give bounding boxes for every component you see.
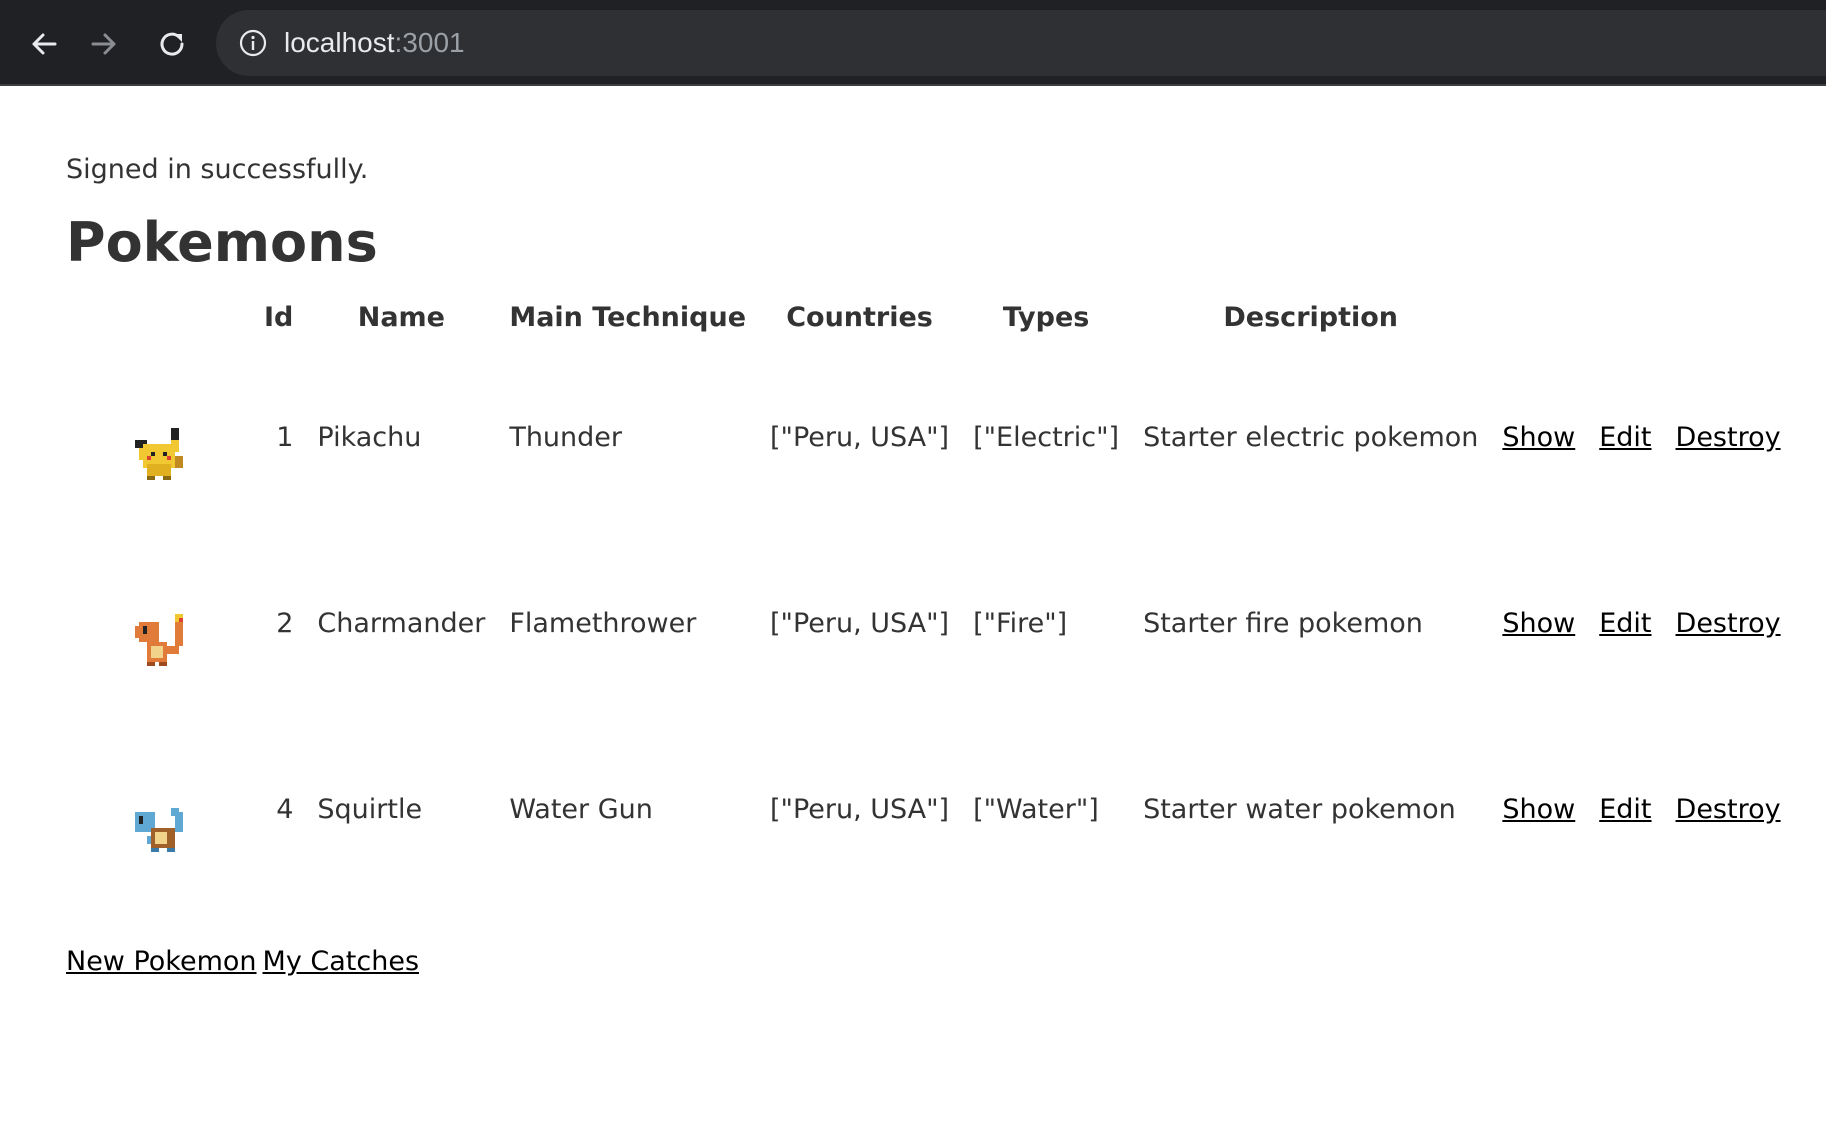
edit-link[interactable]: Edit	[1599, 608, 1651, 639]
destroy-cell: Destroy	[1664, 716, 1793, 902]
edit-link[interactable]: Edit	[1599, 422, 1651, 453]
arrow-left-icon	[32, 33, 57, 55]
arrow-right-icon	[91, 33, 116, 55]
show-cell: Show	[1490, 530, 1587, 716]
pokemon-countries: ["Peru, USA"]	[770, 793, 950, 825]
header-countries: Countries	[786, 301, 933, 333]
pokemon-description: Starter water pokemon	[1143, 793, 1456, 825]
back-button[interactable]	[22, 22, 66, 66]
pokemon-countries: ["Peru, USA"]	[770, 607, 950, 639]
destroy-link[interactable]: Destroy	[1676, 608, 1781, 639]
sprite-cell	[66, 716, 252, 902]
table-header-row: Id Name Main Technique Countries Types D…	[66, 290, 1793, 344]
pokemon-id: 2	[276, 607, 294, 639]
header-actions-3	[1664, 290, 1793, 344]
edit-cell: Edit	[1587, 344, 1663, 530]
pokemon-name: Charmander	[317, 607, 486, 639]
address-bar[interactable]: localhost:3001	[216, 10, 1826, 76]
table-row: 4 Squirtle Water Gun ["Peru, USA"] ["Wat…	[66, 716, 1793, 902]
destroy-cell: Destroy	[1664, 344, 1793, 530]
footer-links: New Pokemon My Catches	[66, 942, 425, 982]
destroy-cell: Destroy	[1664, 530, 1793, 716]
destroy-link[interactable]: Destroy	[1676, 422, 1781, 453]
url-text[interactable]: localhost:3001	[284, 24, 465, 62]
destroy-link[interactable]: Destroy	[1676, 794, 1781, 825]
pokemon-id: 4	[276, 793, 294, 825]
show-link[interactable]: Show	[1502, 794, 1575, 825]
header-description: Description	[1223, 301, 1399, 333]
url-host: localhost	[284, 27, 395, 58]
table-row: 1 Pikachu Thunder ["Peru, USA"] ["Electr…	[66, 344, 1793, 530]
page-title: Pokemons	[66, 211, 378, 274]
charmander-sprite	[135, 614, 183, 666]
sprite-cell	[66, 344, 252, 530]
url-port: :3001	[394, 27, 465, 58]
header-sprite	[66, 290, 252, 344]
show-link[interactable]: Show	[1502, 608, 1575, 639]
pokemon-types: ["Fire"]	[973, 607, 1068, 639]
pokemon-description: Starter fire pokemon	[1143, 607, 1423, 639]
pokemon-countries: ["Peru, USA"]	[770, 421, 950, 453]
pokemon-types: ["Water"]	[973, 793, 1099, 825]
pikachu-sprite	[135, 428, 183, 480]
sprite-cell	[66, 530, 252, 716]
pokemon-description: Starter electric pokemon	[1143, 421, 1479, 453]
header-actions-1	[1490, 290, 1587, 344]
new-pokemon-link[interactable]: New Pokemon	[66, 946, 257, 977]
show-cell: Show	[1490, 716, 1587, 902]
header-types: Types	[1002, 301, 1090, 333]
pokemon-technique: Thunder	[509, 421, 623, 453]
pokemon-id: 1	[276, 421, 294, 453]
info-icon[interactable]	[238, 28, 268, 58]
squirtle-sprite	[135, 808, 183, 852]
header-name: Name	[357, 301, 445, 333]
header-actions-2	[1587, 290, 1663, 344]
reload-button[interactable]	[150, 22, 194, 66]
forward-button[interactable]	[82, 22, 126, 66]
my-catches-link[interactable]: My Catches	[263, 946, 419, 977]
table-row: 2 Charmander Flamethrower ["Peru, USA"] …	[66, 530, 1793, 716]
pokemon-technique: Water Gun	[509, 793, 653, 825]
browser-toolbar: localhost:3001	[0, 0, 1826, 86]
pokemon-table: Id Name Main Technique Countries Types D…	[66, 290, 1793, 902]
pokemon-name: Squirtle	[317, 793, 423, 825]
flash-notice: Signed in successfully.	[66, 154, 369, 185]
show-link[interactable]: Show	[1502, 422, 1575, 453]
pokemon-name: Pikachu	[317, 421, 422, 453]
edit-cell: Edit	[1587, 716, 1663, 902]
show-cell: Show	[1490, 344, 1587, 530]
pokemon-technique: Flamethrower	[509, 607, 697, 639]
reload-icon	[160, 32, 184, 56]
header-id: Id	[264, 301, 294, 333]
pokemon-types: ["Electric"]	[973, 421, 1120, 453]
header-main-technique: Main Technique	[509, 301, 746, 333]
edit-cell: Edit	[1587, 530, 1663, 716]
edit-link[interactable]: Edit	[1599, 794, 1651, 825]
